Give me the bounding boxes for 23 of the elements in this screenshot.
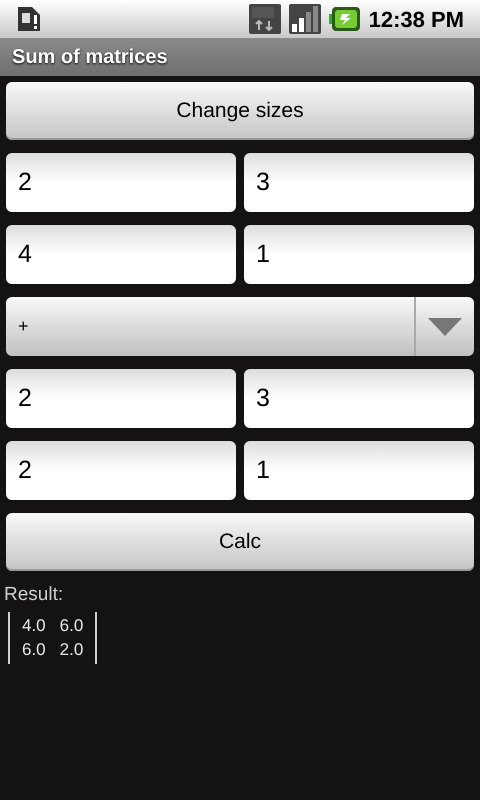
matrix-value: 6.0 bbox=[60, 614, 84, 636]
sim-card-alert-icon bbox=[16, 5, 42, 33]
number-input-field[interactable]: 3 bbox=[244, 369, 474, 428]
signal-icon bbox=[288, 4, 321, 34]
change-sizes-button[interactable]: Change sizes bbox=[6, 82, 474, 140]
matrix-value: 6.0 bbox=[22, 638, 46, 660]
dropdown-arrow-icon bbox=[428, 318, 462, 336]
status-time: 12:38 PM bbox=[368, 6, 464, 34]
number-input-field[interactable]: 1 bbox=[244, 441, 474, 500]
matrix-value: 2.0 bbox=[60, 638, 84, 660]
dropdown-value: + bbox=[17, 315, 30, 338]
number-input-field[interactable]: 2 bbox=[6, 153, 236, 212]
matrix-value: 4.0 bbox=[22, 614, 46, 636]
battery-charging-icon bbox=[328, 6, 361, 32]
number-input-field[interactable]: 2 bbox=[6, 441, 236, 500]
number-input-field[interactable]: 2 bbox=[6, 369, 236, 428]
window-title: Sum of matrices bbox=[12, 45, 168, 70]
number-input-field[interactable]: 1 bbox=[244, 225, 474, 284]
result-label: Result: bbox=[4, 583, 64, 607]
calc-button[interactable]: Calc bbox=[6, 513, 474, 571]
number-input-field[interactable]: 3 bbox=[244, 153, 474, 212]
number-input-field[interactable]: 4 bbox=[6, 225, 236, 284]
operator-dropdown[interactable]: + bbox=[6, 297, 474, 356]
